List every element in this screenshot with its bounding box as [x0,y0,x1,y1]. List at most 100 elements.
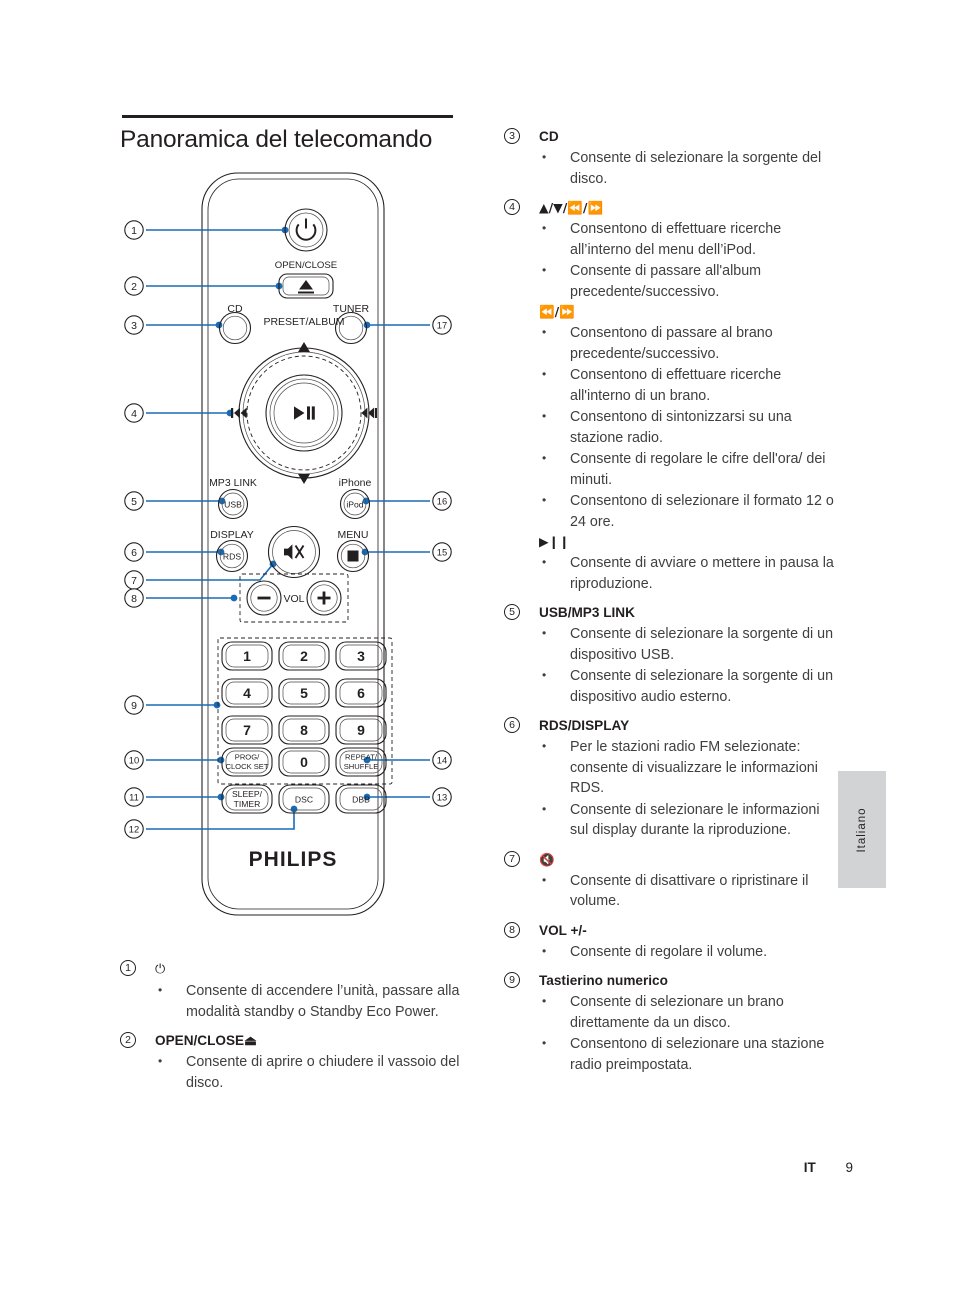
callout-15: 15 [432,542,452,562]
callout-12: 12 [124,819,144,839]
volume-down-button [246,580,282,616]
entry-1-bullets: Consente di accendere l’unità, passare a… [120,980,460,1022]
entry-8-title: VOL +/- [539,922,587,938]
entry-8-bullets: Consente di regolare il volume. [504,941,834,963]
entry-3-title: CD [539,129,559,144]
entry-9: 9 Tastierino numerico Consente di selezi… [504,972,834,1075]
svg-text:9: 9 [357,722,365,738]
svg-text:REPEAT/: REPEAT/ [345,753,378,762]
entry-4-sub2-bullets: Consente di avviare o mettere in pausa l… [504,552,834,594]
svg-text:7: 7 [243,722,251,738]
remote-control-diagram: .ol{fill:none;stroke:#231f20;stroke-widt… [118,160,458,950]
entry-5-head: 5 USB/MP3 LINK [504,604,834,621]
list-item: Consente di disattivare o ripristinare i… [504,870,834,912]
svg-text:VOL: VOL [283,593,304,605]
entry-9-head: 9 Tastierino numerico [504,972,834,989]
svg-text:4: 4 [243,685,251,701]
entry-4-head: 4 ▲/▼/⏪/⏩ [504,199,834,216]
page-footer: IT 9 [0,1160,853,1175]
list-item: Consente di selezionare la sorgente del … [504,147,834,189]
svg-text:3: 3 [131,320,137,332]
svg-text:PRESET/ALBUM: PRESET/ALBUM [263,316,344,328]
entry-3-number: 3 [504,128,520,144]
callout-17: 17 [432,315,452,335]
callout-1: 1 [124,220,144,240]
entry-5-number: 5 [504,604,520,620]
entry-6-number: 6 [504,717,520,733]
svg-text:MP3 LINK: MP3 LINK [209,477,257,489]
entry-9-bullets: Consente di selezionare un brano diretta… [504,991,834,1075]
svg-text:17: 17 [437,320,447,331]
svg-text:CLOCK SET: CLOCK SET [225,762,268,771]
svg-text:6: 6 [357,685,365,701]
entry-3-head: 3 CD [504,128,834,145]
svg-text:12: 12 [129,824,139,835]
svg-text:9: 9 [131,700,137,712]
list-item: Consente di aprire o chiudere il vassoio… [120,1051,460,1093]
svg-text:2: 2 [131,281,137,293]
entry-6-bullets: Per le stazioni radio FM selezionate: co… [504,736,834,841]
callout-14: 14 [432,750,452,770]
list-item: Consentono di passare al brano precedent… [504,322,834,364]
svg-text:0: 0 [300,754,308,770]
svg-text:5: 5 [131,496,137,508]
svg-text:SHUFFLE: SHUFFLE [344,762,379,771]
svg-text:7: 7 [131,575,137,587]
entry-4-number: 4 [504,199,520,215]
entry-9-title: Tastierino numerico [539,973,668,988]
key-0: 0 [278,747,330,777]
callout-2: 2 [124,276,144,296]
entry-7-head: 7 🔇 [504,850,834,868]
list-item: Consente di regolare il volume. [504,941,834,963]
list-item: Consentono di effettuare ricerche all'in… [504,364,834,406]
entry-2-title: OPEN/CLOSE⏏ [155,1033,257,1048]
entry-4-bullets: Consentono di effettuare ricerche all’in… [504,218,834,302]
manual-page: Panoramica del telecomando .ol{fill:none… [0,0,954,1291]
power-button [284,208,328,252]
svg-text:1: 1 [131,225,137,237]
repeat-shuffle-button: REPEAT/ SHUFFLE [335,747,387,777]
list-item: Consente di regolare le cifre dell'ora/ … [504,448,834,490]
entry-7: 7 🔇 Consente di disattivare o ripristina… [504,850,834,912]
language-label: Italiano [856,806,868,853]
svg-text:10: 10 [129,755,139,766]
entry-4: 4 ▲/▼/⏪/⏩ Consentono di effettuare ricer… [504,199,834,594]
svg-text:SLEEP/: SLEEP/ [232,789,263,799]
svg-text:iPod: iPod [346,500,363,510]
entry-2-number: 2 [120,1032,136,1048]
callout-9: 9 [124,695,144,715]
list-item: Consente di passare all'album precedente… [504,260,834,302]
entry-2: 2 OPEN/CLOSE⏏ Consente di aprire o chiud… [120,1032,460,1093]
key-9: 9 [335,715,387,745]
callout-8: 8 [124,588,144,608]
key-1: 1 [221,641,273,671]
mute-icon [284,544,305,560]
svg-text:DISPLAY: DISPLAY [210,529,254,541]
list-item: Consentono di selezionare il formato 12 … [504,490,834,532]
svg-text:11: 11 [129,792,139,803]
rds-button: RDS [215,539,249,573]
entry-1: 1 ⏻ Consente di accendere l’unità, passa… [120,960,460,1022]
list-item: Consente di selezionare le informazioni … [504,799,834,841]
dbb-button: DBB [335,784,387,814]
list-item: Consente di avviare o mettere in pausa l… [504,552,834,594]
dsc-button: DSC [278,784,330,814]
svg-text:USB: USB [224,500,242,510]
list-item: Consentono di selezionare una stazione r… [504,1033,834,1075]
entry-4-sub1-bullets: Consentono di passare al brano precedent… [504,322,834,532]
title-rule [122,115,453,118]
svg-text:MENU: MENU [338,529,369,541]
entry-1-number: 1 [120,960,136,976]
navigation-wheel [231,342,377,484]
svg-text:3: 3 [357,648,365,664]
callout-6: 6 [124,542,144,562]
svg-text:iPhone: iPhone [339,477,372,489]
list-item: Consente di selezionare la sorgente di u… [504,665,834,707]
nav-buttons-icon: ▲/▼/⏪/⏩ [539,200,604,215]
entry-8-head: 8 VOL +/- [504,921,834,939]
entry-8: 8 VOL +/- Consente di regolare il volume… [504,921,834,963]
list-item: Consentono di effettuare ricerche all’in… [504,218,834,260]
callout-4: 4 [124,403,144,423]
mute-button [267,525,321,579]
entry-5-bullets: Consente di selezionare la sorgente di u… [504,623,834,707]
